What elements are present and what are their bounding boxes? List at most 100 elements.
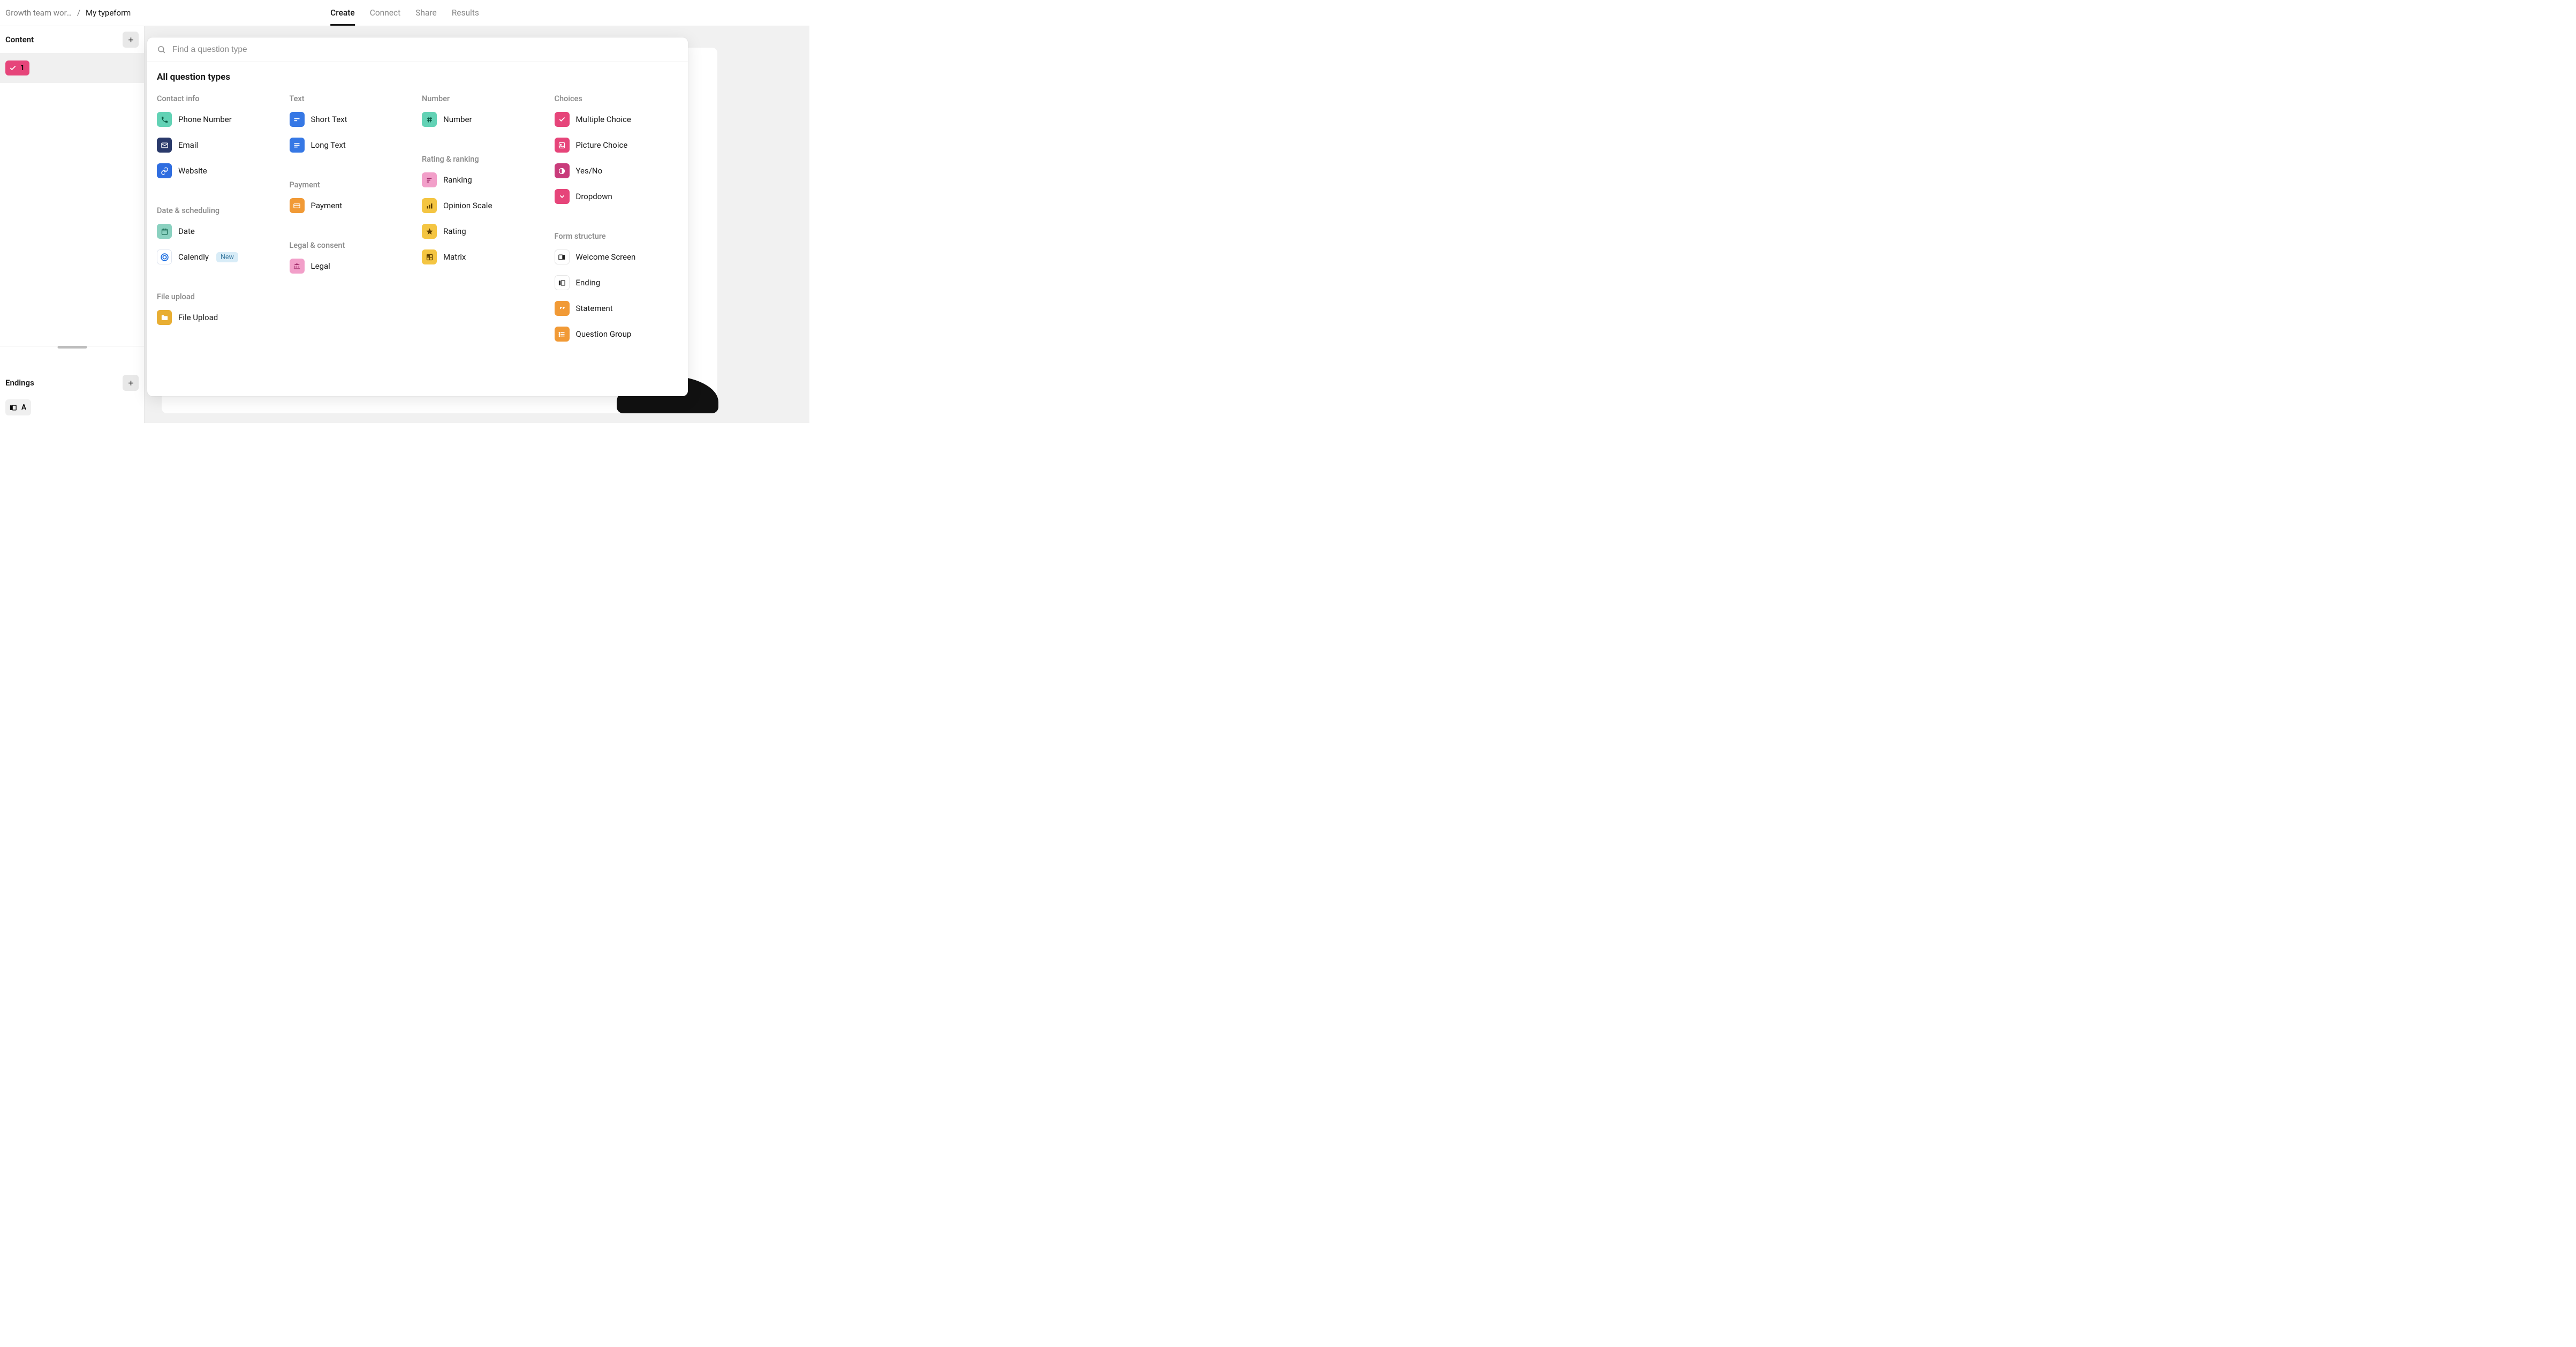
calendly-new-badge: New [216,252,238,262]
category-text: Text [290,94,414,103]
qtype-picture-choice[interactable]: Picture Choice [555,135,679,155]
qtype-website-label: Website [178,166,207,176]
qtype-phone-number[interactable]: Phone Number [157,110,281,129]
qtype-picture-choice-label: Picture Choice [576,140,628,150]
category-form-structure: Form structure [555,232,679,241]
category-payment: Payment [290,180,414,190]
qtype-matrix[interactable]: Matrix [422,247,546,267]
bank-icon [290,259,305,274]
ending-icon [9,404,17,412]
category-file-upload: File upload [157,292,281,301]
tab-share[interactable]: Share [415,0,437,26]
category-date-scheduling: Date & scheduling [157,206,281,215]
topbar: Growth team wor… / My typeform Create Co… [0,0,809,26]
qtype-email[interactable]: Email [157,135,281,155]
tab-connect[interactable]: Connect [370,0,400,26]
tab-results[interactable]: Results [452,0,479,26]
qtype-date-label: Date [178,226,195,236]
qtype-ranking[interactable]: Ranking [422,170,546,190]
question-type-column-4: Choices Multiple Choice Picture Choice Y… [555,92,679,344]
qtype-multiple-choice-label: Multiple Choice [576,115,631,124]
qtype-dropdown[interactable]: Dropdown [555,187,679,206]
welcome-icon [555,249,570,264]
sidebar-resize-handle[interactable] [57,346,87,349]
question-type-popover: All question types Contact info Phone Nu… [147,37,688,396]
question-type-search [147,37,688,62]
ending-chip-a: A [5,399,31,415]
qtype-date[interactable]: Date [157,222,281,241]
ranking-icon [422,172,437,187]
chevron-down-icon [555,189,570,204]
link-icon [157,163,172,178]
question-row-1[interactable]: 1 [0,53,144,83]
calendly-icon [157,249,172,264]
half-circle-icon [555,163,570,178]
search-icon [157,45,166,54]
qtype-long-text[interactable]: Long Text [290,135,414,155]
category-number: Number [422,94,546,103]
qtype-yes-no[interactable]: Yes/No [555,161,679,180]
qtype-rating-label: Rating [443,226,466,236]
matrix-icon [422,249,437,264]
star-icon [422,224,437,239]
qtype-legal[interactable]: Legal [290,256,414,276]
qtype-dropdown-label: Dropdown [576,192,612,201]
ending-row-a[interactable]: A [0,396,144,419]
qtype-payment[interactable]: Payment [290,196,414,215]
qtype-welcome-screen[interactable]: Welcome Screen [555,247,679,267]
qtype-phone-number-label: Phone Number [178,115,232,124]
qtype-calendly[interactable]: Calendly New [157,247,281,267]
plus-icon [127,379,135,387]
tab-create[interactable]: Create [330,0,355,26]
qtype-website[interactable]: Website [157,161,281,180]
endings-section: Endings A [0,369,144,423]
category-legal-consent: Legal & consent [290,241,414,250]
phone-icon [157,112,172,127]
qtype-question-group[interactable]: Question Group [555,324,679,344]
breadcrumb-form-name[interactable]: My typeform [86,8,131,18]
qtype-ending-label: Ending [576,278,601,287]
question-type-search-input[interactable] [172,45,678,55]
breadcrumb-sep: / [77,8,80,18]
qtype-statement[interactable]: Statement [555,299,679,318]
qtype-rating[interactable]: Rating [422,222,546,241]
short-text-icon [290,112,305,127]
ending-letter: A [21,403,26,412]
qtype-file-upload[interactable]: File Upload [157,308,281,327]
qtype-ending[interactable]: Ending [555,273,679,292]
quote-icon [555,301,570,316]
qtype-payment-label: Payment [311,201,343,210]
question-type-column-2: Text Short Text Long Text Payment Paymen… [290,92,414,344]
qtype-question-group-label: Question Group [576,329,632,339]
qtype-long-text-label: Long Text [311,140,346,150]
qtype-number[interactable]: Number [422,110,546,129]
image-icon [555,138,570,153]
add-question-button[interactable] [123,32,139,48]
calendar-icon [157,224,172,239]
qtype-number-label: Number [443,115,472,124]
breadcrumb: Growth team wor… / My typeform [5,8,131,18]
question-type-column-1: Contact info Phone Number Email Website … [157,92,281,344]
question-number: 1 [20,64,25,72]
qtype-multiple-choice[interactable]: Multiple Choice [555,110,679,129]
qtype-opinion-scale[interactable]: Opinion Scale [422,196,546,215]
main-tabs: Create Connect Share Results [330,0,479,26]
hash-icon [422,112,437,127]
sidebar: Content 1 Endings A [0,26,145,423]
question-chip-1: 1 [5,60,29,75]
endings-section-header: Endings [0,369,144,396]
qtype-yes-no-label: Yes/No [576,166,603,176]
qtype-short-text[interactable]: Short Text [290,110,414,129]
list-icon [555,327,570,342]
plus-icon [127,36,135,44]
long-text-icon [290,138,305,153]
category-choices: Choices [555,94,679,103]
add-ending-button[interactable] [123,375,139,391]
question-type-column-3: Number Number Rating & ranking Ranking O… [422,92,546,344]
question-type-list: All question types Contact info Phone Nu… [147,62,688,396]
content-section-header: Content [0,26,144,53]
bar-chart-icon [422,198,437,213]
qtype-welcome-screen-label: Welcome Screen [576,252,636,262]
content-title: Content [5,35,34,44]
breadcrumb-workspace[interactable]: Growth team wor… [5,8,72,18]
